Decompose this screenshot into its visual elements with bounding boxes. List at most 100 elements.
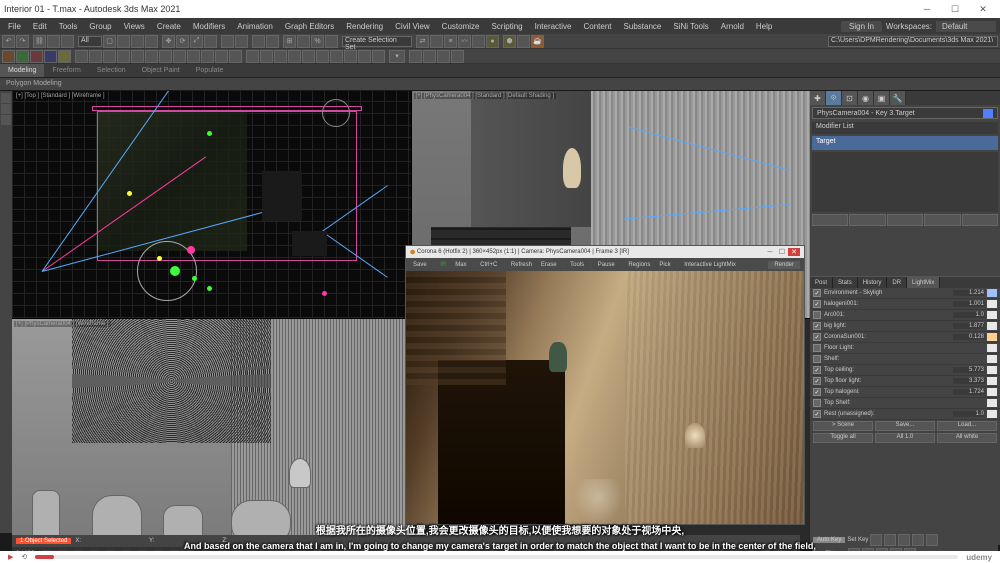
lister-all10-button[interactable]: All 1.0	[875, 433, 935, 443]
keyboard-button[interactable]	[266, 35, 279, 48]
tb2-btn-29[interactable]	[423, 50, 436, 63]
curve-editor-button[interactable]: 〰	[458, 35, 471, 48]
project-path[interactable]: C:\Users\DPMRendering\Documents\3ds Max …	[828, 36, 998, 47]
tb2-btn-6[interactable]	[75, 50, 88, 63]
corona-render-image[interactable]	[406, 271, 804, 524]
corona-tools-button[interactable]: Tools	[567, 262, 587, 268]
close-button[interactable]: ✕	[970, 2, 996, 16]
corona-pause-button[interactable]: Pause	[595, 262, 618, 268]
modifier-list-dropdown[interactable]: Modifier List	[812, 122, 998, 134]
corona-erase-button[interactable]: Erase	[538, 262, 560, 268]
lister-scene-button[interactable]: > Scene	[813, 421, 873, 431]
corona-regions-button[interactable]: Regions	[625, 262, 653, 268]
lister-row-checkbox[interactable]: ✓	[813, 289, 821, 297]
filter-select[interactable]: All	[78, 36, 102, 47]
lister-row-checkbox[interactable]	[813, 311, 821, 319]
menu-grapheditors[interactable]: Graph Editors	[281, 22, 338, 31]
lister-tab-dr[interactable]: DR	[887, 277, 907, 288]
lister-row-color[interactable]	[987, 322, 997, 330]
tb2-btn-20[interactable]	[274, 50, 287, 63]
menu-group[interactable]: Group	[85, 22, 115, 31]
tb2-btn-27[interactable]	[372, 50, 385, 63]
modifier-stack-area[interactable]	[812, 152, 998, 212]
cmd-tab-modify[interactable]: ⟐	[826, 91, 842, 105]
corona-max-button[interactable]: Max	[452, 262, 469, 268]
menu-customize[interactable]: Customize	[438, 22, 484, 31]
spinner-snap-button[interactable]	[325, 35, 338, 48]
lister-tab-history[interactable]: History	[858, 277, 888, 288]
viewport-top[interactable]: [+] [Top ] [Standard ] [Wireframe ]	[12, 91, 411, 318]
tb2-btn-23[interactable]	[316, 50, 329, 63]
lister-row-value[interactable]: 3.373	[953, 378, 985, 384]
tb2-dropdown-1[interactable]: ▾	[389, 50, 405, 63]
lister-row-checkbox[interactable]: ✓	[813, 333, 821, 341]
tb2-btn-16[interactable]	[215, 50, 228, 63]
cmd-tab-hierarchy[interactable]: ⊡	[842, 91, 858, 105]
menu-tools[interactable]: Tools	[55, 22, 82, 31]
cmd-tab-utilities[interactable]: 🔧	[890, 91, 906, 105]
tb2-btn-30[interactable]	[437, 50, 450, 63]
menu-rendering[interactable]: Rendering	[342, 22, 387, 31]
lister-row-value[interactable]: 1.0	[953, 312, 985, 318]
lister-row-color[interactable]	[987, 410, 997, 418]
tb2-btn-17[interactable]	[229, 50, 242, 63]
tb2-btn-22[interactable]	[302, 50, 315, 63]
lister-row-color[interactable]	[987, 344, 997, 352]
ribbon-tab-freeform[interactable]: Freeform	[44, 64, 88, 77]
menu-scripting[interactable]: Scripting	[487, 22, 526, 31]
select-button[interactable]: ▢	[103, 35, 116, 48]
lister-row-value[interactable]: 1.214	[953, 290, 985, 296]
tb2-btn-14[interactable]	[187, 50, 200, 63]
lister-tab-post[interactable]: Post	[810, 277, 833, 288]
stack-pin-button[interactable]	[812, 214, 848, 226]
object-name-field[interactable]: PhysCamera004 - Key 3.Target	[812, 107, 998, 119]
ribbon-tab-selection[interactable]: Selection	[89, 64, 134, 77]
ribbon-tab-objectpaint[interactable]: Object Paint	[134, 64, 188, 77]
tb2-btn-7[interactable]	[89, 50, 102, 63]
tb2-btn-8[interactable]	[103, 50, 116, 63]
tb2-btn-19[interactable]	[260, 50, 273, 63]
lister-row-checkbox[interactable]	[813, 355, 821, 363]
tb2-btn-12[interactable]	[159, 50, 172, 63]
menu-help[interactable]: Help	[752, 22, 776, 31]
cmd-tab-create[interactable]: ✚	[810, 91, 826, 105]
render-setup-button[interactable]: ⬢	[503, 35, 516, 48]
material-editor-button[interactable]: ●	[486, 35, 499, 48]
use-center-button[interactable]	[235, 35, 248, 48]
tb2-btn-24[interactable]	[330, 50, 343, 63]
lister-row-checkbox[interactable]	[813, 399, 821, 407]
minimize-button[interactable]: ─	[914, 2, 940, 16]
window-crossing-button[interactable]	[145, 35, 158, 48]
percent-snap-button[interactable]: %	[311, 35, 324, 48]
menu-edit[interactable]: Edit	[29, 22, 51, 31]
layers-button[interactable]: ≡	[444, 35, 457, 48]
rotate-button[interactable]: ⟳	[176, 35, 189, 48]
rewind-icon[interactable]: ⟲	[21, 553, 27, 561]
redo-button[interactable]: ↷	[16, 35, 29, 48]
lister-row-checkbox[interactable]: ✓	[813, 322, 821, 330]
lt-btn-2[interactable]	[1, 104, 11, 114]
lister-row-color[interactable]	[987, 289, 997, 297]
ref-coord-button[interactable]	[221, 35, 234, 48]
cmd-tab-display[interactable]: ▣	[874, 91, 890, 105]
workspace-select[interactable]: Default	[936, 21, 996, 32]
tb2-btn-10[interactable]	[131, 50, 144, 63]
menu-civilview[interactable]: Civil View	[391, 22, 434, 31]
tb2-btn-18[interactable]	[246, 50, 259, 63]
lister-row-color[interactable]	[987, 366, 997, 374]
tb2-btn-9[interactable]	[117, 50, 130, 63]
stack-config-button[interactable]	[962, 214, 998, 226]
ribbon-tab-modeling[interactable]: Modeling	[0, 64, 44, 77]
lister-row-color[interactable]	[987, 388, 997, 396]
lister-load-button[interactable]: Load...	[937, 421, 997, 431]
corona-title-bar[interactable]: ⬢ Corona 6 (Hotfix 2) | 360×452px (1:1) …	[406, 246, 804, 258]
tb2-btn-5[interactable]	[58, 50, 71, 63]
viewport-cam1-label[interactable]: [+] [PhysCamera004 ] [Standard ] [Defaul…	[414, 93, 557, 99]
lister-allwhite-button[interactable]: All white	[937, 433, 997, 443]
tb2-btn-3[interactable]	[30, 50, 43, 63]
corona-ctrlc-button[interactable]: Ctrl+C	[477, 262, 500, 268]
lister-row-value[interactable]: 1.724	[953, 389, 985, 395]
play-icon[interactable]: ▶	[8, 553, 13, 561]
maximize-button[interactable]: ☐	[942, 2, 968, 16]
stack-unique-button[interactable]	[887, 214, 923, 226]
